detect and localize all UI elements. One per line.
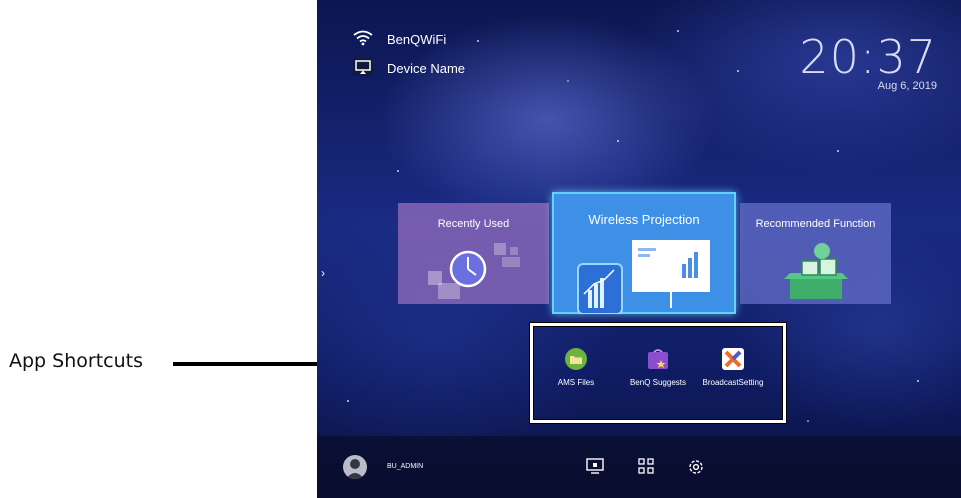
username: BU_ADMIN bbox=[387, 463, 424, 470]
projection-chart-icon bbox=[577, 240, 710, 314]
projector-home-screen: BenQWiFi Device Name 20:37 Aug 6, 2019 ›… bbox=[317, 0, 961, 498]
app-label: BenQ Suggests bbox=[629, 378, 687, 387]
clock-date: Aug 6, 2019 bbox=[877, 80, 937, 92]
clock-time: 20:37 bbox=[799, 30, 937, 84]
wifi-status: BenQWiFi bbox=[353, 30, 446, 49]
chevron-right-icon[interactable]: › bbox=[321, 266, 325, 280]
device-status: Device Name bbox=[353, 58, 465, 79]
app-shortcut-broadcastsetting[interactable]: BroadcastSetting bbox=[693, 348, 773, 387]
app-shortcut-benq-suggests[interactable]: BenQ Suggests bbox=[618, 348, 698, 387]
screen-mirror-icon[interactable] bbox=[586, 458, 604, 479]
recently-used-label: Recently Used bbox=[437, 218, 510, 230]
user-avatar-icon[interactable] bbox=[343, 455, 367, 479]
bottom-bar: BU_ADMIN bbox=[317, 436, 961, 498]
folder-icon bbox=[565, 348, 587, 370]
settings-gear-icon[interactable] bbox=[687, 458, 705, 481]
app-shortcuts-panel: AMS Files BenQ Suggests BroadcastSetting bbox=[530, 323, 786, 423]
recommended-function-card[interactable]: Recommended Function bbox=[740, 203, 891, 304]
app-label: BroadcastSetting bbox=[702, 378, 764, 387]
wireless-projection-label: Wireless Projection bbox=[588, 212, 700, 227]
clock-icon bbox=[428, 243, 520, 299]
app-shortcuts-callout-label: App Shortcuts bbox=[9, 350, 143, 372]
wifi-name: BenQWiFi bbox=[387, 32, 447, 47]
wifi-icon bbox=[353, 30, 373, 49]
shopping-bag-icon bbox=[647, 348, 669, 370]
app-label: AMS Files bbox=[557, 378, 595, 387]
recently-used-card[interactable]: Recently Used bbox=[398, 203, 549, 304]
gift-box-icon bbox=[784, 243, 848, 299]
device-name: Device Name bbox=[387, 61, 466, 76]
cast-screen-icon bbox=[353, 58, 373, 79]
recommended-function-label: Recommended Function bbox=[755, 218, 876, 230]
broadcast-x-icon bbox=[722, 348, 744, 370]
wireless-projection-card[interactable]: Wireless Projection bbox=[552, 192, 736, 314]
app-shortcut-ams-files[interactable]: AMS Files bbox=[536, 348, 616, 387]
app-grid-icon[interactable] bbox=[638, 458, 654, 479]
